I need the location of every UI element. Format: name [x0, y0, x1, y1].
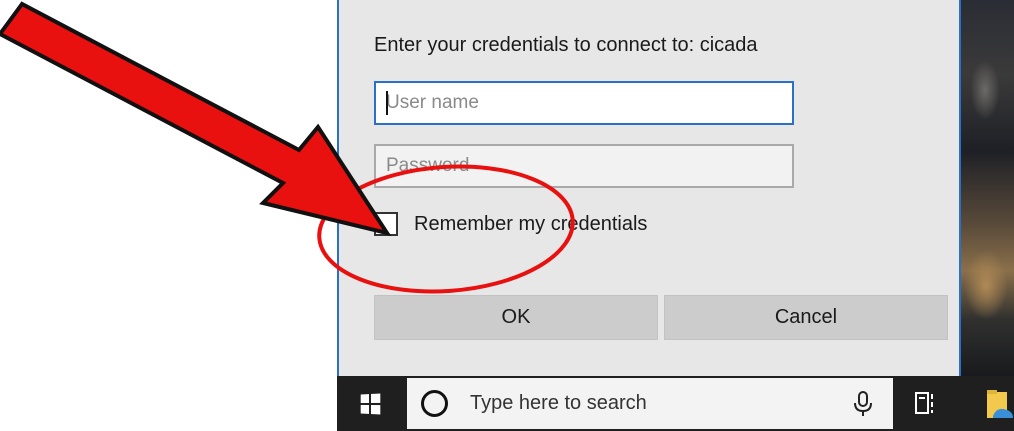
cortana-circle-icon — [421, 390, 448, 417]
remember-label: Remember my credentials — [414, 212, 648, 235]
remember-credentials-row[interactable]: Remember my credentials — [374, 212, 647, 236]
username-input[interactable] — [374, 81, 794, 125]
desktop-wallpaper — [960, 0, 1014, 376]
taskbar-search-box[interactable]: Type here to search — [407, 378, 893, 429]
pointer-arrow-icon — [0, 1, 392, 237]
file-explorer-icon[interactable] — [985, 386, 1014, 422]
windows-logo-icon — [360, 392, 381, 415]
cancel-button[interactable]: Cancel — [664, 295, 948, 340]
credentials-dialog: Enter your credentials to connect to: ci… — [337, 0, 961, 376]
text-caret — [386, 91, 388, 115]
password-input[interactable] — [374, 144, 794, 188]
remember-checkbox[interactable] — [374, 212, 398, 236]
dialog-prompt: Enter your credentials to connect to: ci… — [374, 34, 758, 56]
screenshot-stage: Enter your credentials to connect to: ci… — [0, 0, 1014, 431]
task-view-icon[interactable] — [913, 390, 939, 416]
ok-button[interactable]: OK — [374, 295, 658, 340]
start-button[interactable] — [337, 376, 403, 431]
search-placeholder: Type here to search — [470, 392, 647, 414]
microphone-icon[interactable] — [850, 390, 876, 418]
taskbar: Type here to search — [337, 376, 1014, 431]
